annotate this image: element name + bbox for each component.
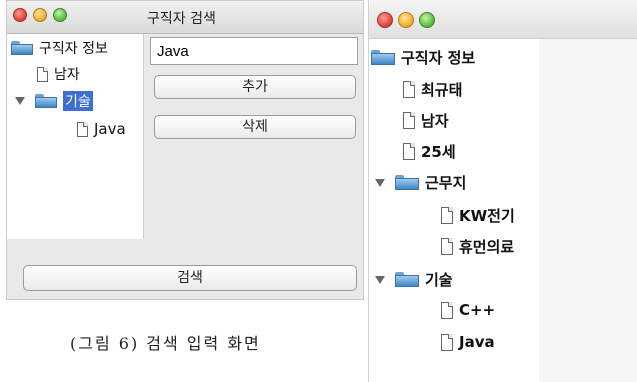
tree-node-label: KW전기 — [459, 207, 515, 225]
search-input[interactable] — [150, 37, 358, 65]
tree-node-label: 남자 — [54, 67, 80, 83]
tree-node-workplace[interactable]: 근무지 — [375, 172, 466, 193]
title-bar[interactable] — [369, 0, 637, 39]
tree-node-label: 남자 — [421, 112, 449, 130]
document-icon — [403, 112, 415, 129]
document-icon — [441, 207, 453, 224]
folder-icon — [35, 94, 57, 108]
minimize-button[interactable] — [398, 12, 414, 28]
close-button[interactable] — [377, 12, 393, 28]
result-tree[interactable]: 구직자 정보 최규태 남자 25세 근무지 KW전기 휴먼의료 기술 C++ J… — [369, 39, 539, 382]
search-button[interactable]: 검색 — [23, 265, 357, 291]
tree-node-skills[interactable]: 기술 — [15, 91, 93, 111]
document-icon — [441, 301, 453, 319]
window-title: 구직자 검색 — [147, 11, 216, 27]
folder-icon — [395, 272, 419, 287]
result-window: 구직자 정보 최규태 남자 25세 근무지 KW전기 휴먼의료 기술 C++ J… — [368, 0, 637, 382]
tree-node-label: 구직자 정보 — [401, 49, 476, 67]
document-icon — [37, 66, 48, 82]
close-button[interactable] — [13, 8, 27, 22]
tree-node-human-medical[interactable]: 휴먼의료 — [441, 236, 514, 257]
figure-caption: (그림 6) 검색 입력 화면 — [70, 334, 261, 353]
window-controls — [377, 12, 435, 28]
disclosure-triangle-icon[interactable] — [15, 97, 25, 105]
document-icon — [403, 143, 415, 160]
tree-node-age[interactable]: 25세 — [403, 141, 456, 162]
search-window: 구직자 검색 구직자 정보 남자 기술 Java 추가 삭제 검색 — [6, 0, 364, 300]
folder-icon — [395, 175, 419, 190]
document-icon — [441, 238, 453, 255]
tree-node-cpp[interactable]: C++ — [441, 301, 495, 319]
tree-node-job-seeker-info[interactable]: 구직자 정보 — [11, 38, 108, 58]
content-pane — [539, 39, 637, 382]
folder-icon — [11, 41, 33, 55]
document-icon — [77, 121, 88, 137]
tree-node-label: 25세 — [421, 143, 456, 161]
tree-node-label: 휴먼의료 — [459, 238, 515, 256]
document-icon — [403, 81, 415, 98]
tree-node-skills[interactable]: 기술 — [375, 269, 453, 290]
tree-node-java[interactable]: Java — [77, 120, 126, 138]
tree-node-java[interactable]: Java — [441, 333, 495, 351]
tree-node-label: 구직자 정보 — [39, 41, 108, 57]
minimize-button[interactable] — [33, 8, 47, 22]
tree-node-label: Java — [459, 333, 495, 351]
tree-node-label: 근무지 — [425, 174, 467, 192]
tree-node-job-seeker-info[interactable]: 구직자 정보 — [371, 47, 475, 68]
disclosure-triangle-icon[interactable] — [375, 178, 385, 187]
job-seeker-tree[interactable]: 구직자 정보 남자 기술 Java — [7, 34, 144, 239]
title-bar[interactable]: 구직자 검색 — [7, 1, 363, 34]
tree-node-label: C++ — [459, 301, 496, 319]
tree-node-name[interactable]: 최규태 — [403, 79, 462, 100]
tree-node-label: 기술 — [63, 91, 93, 111]
tree-node-kw-electric[interactable]: KW전기 — [441, 205, 515, 226]
tree-node-label: 기술 — [425, 271, 453, 289]
document-icon — [441, 333, 453, 351]
delete-button[interactable]: 삭제 — [154, 115, 356, 139]
zoom-button[interactable] — [419, 12, 435, 28]
tree-node-male[interactable]: 남자 — [37, 64, 80, 84]
disclosure-triangle-icon[interactable] — [375, 275, 385, 284]
window-controls — [13, 8, 67, 22]
tree-node-gender[interactable]: 남자 — [403, 110, 449, 131]
add-button[interactable]: 추가 — [154, 75, 356, 99]
zoom-button[interactable] — [53, 8, 67, 22]
tree-node-label: Java — [94, 120, 126, 138]
tree-node-label: 최규태 — [421, 81, 463, 99]
folder-icon — [371, 50, 395, 65]
